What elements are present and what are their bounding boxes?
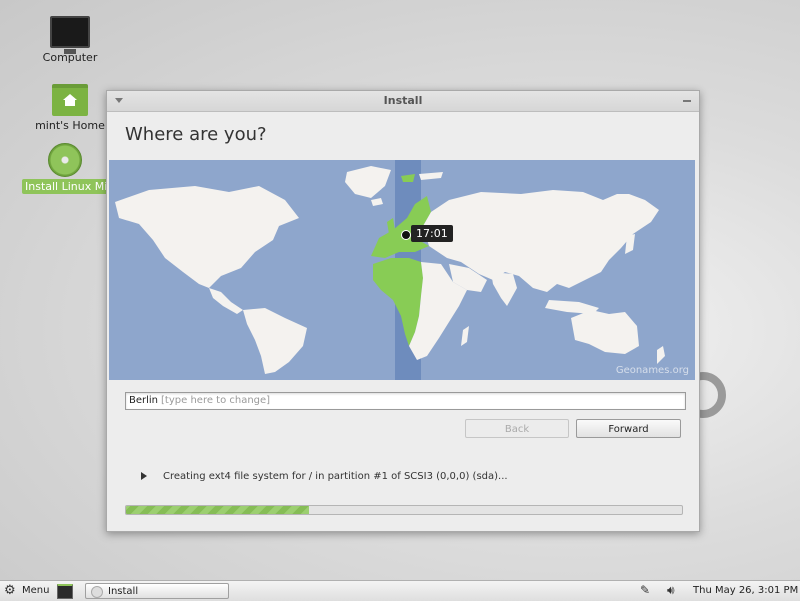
back-button[interactable]: Back — [465, 419, 569, 438]
window-titlebar[interactable]: Install — [107, 91, 699, 112]
desktop-icon-label: mint's Home — [35, 119, 105, 132]
progress-bar-fill — [126, 506, 310, 514]
home-folder-icon — [52, 84, 88, 116]
selected-time-label: 17:01 — [411, 225, 453, 242]
install-window: Install Where are you? 17:01 Geonames.or… — [106, 90, 700, 532]
clock[interactable]: Thu May 26, 3:01 PM — [693, 581, 798, 601]
minimize-icon[interactable] — [683, 100, 691, 102]
desktop-icon-home[interactable]: mint's Home — [22, 84, 118, 133]
page-title: Where are you? — [125, 124, 267, 145]
forward-button[interactable]: Forward — [576, 419, 681, 438]
taskbar: ⚙ Menu Install ✎ 🔊︎ Thu May 26, 3:01 PM — [0, 580, 800, 601]
progress-bar — [125, 505, 683, 515]
window-title: Install — [383, 94, 423, 107]
volume-icon[interactable]: 🔊︎ — [667, 584, 675, 597]
map-attribution: Geonames.org — [615, 365, 689, 376]
timezone-map[interactable]: 17:01 Geonames.org — [109, 160, 695, 380]
window-menu-icon[interactable] — [115, 98, 123, 103]
menu-button[interactable]: ⚙ Menu — [4, 583, 49, 599]
desktop-icon-install[interactable]: Install Linux Mint — [22, 143, 108, 194]
terminal-launcher-icon[interactable] — [57, 584, 73, 599]
timezone-input-placeholder: [type here to change] — [161, 395, 271, 406]
desktop-icon-label: Install Linux Mint — [22, 179, 108, 194]
desktop-icon-computer[interactable]: Computer — [22, 16, 118, 65]
timezone-input[interactable]: Berlin [type here to change] — [125, 392, 686, 410]
selected-city-marker[interactable] — [401, 230, 411, 240]
expand-details-icon[interactable] — [141, 472, 147, 480]
install-disc-icon — [91, 586, 103, 598]
install-disc-icon — [48, 143, 82, 177]
taskbar-window-label: Install — [108, 586, 139, 597]
taskbar-window-install[interactable]: Install — [85, 583, 229, 599]
computer-icon — [50, 16, 90, 54]
gear-icon: ⚙ — [4, 583, 16, 598]
progress-status-text: Creating ext4 file system for / in parti… — [163, 471, 508, 482]
menu-label: Menu — [22, 585, 50, 596]
timezone-input-value: Berlin — [129, 395, 159, 406]
network-icon[interactable]: ✎ — [640, 584, 650, 597]
